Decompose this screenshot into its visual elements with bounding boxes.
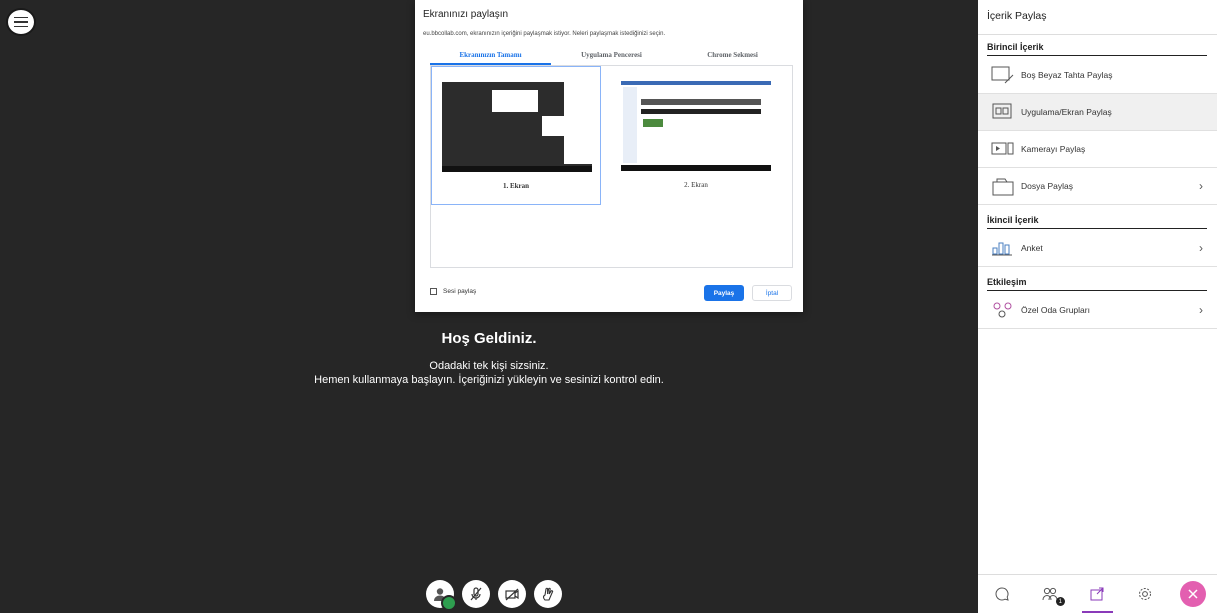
file-icon — [991, 176, 1015, 196]
cancel-button[interactable]: İptal — [752, 285, 792, 301]
chevron-right-icon: › — [1199, 179, 1203, 193]
share-tabs: Ekranınızın Tamamı Uygulama Penceresi Ch… — [430, 49, 793, 66]
screen-2-label: 2. Ekran — [684, 181, 708, 189]
section-secondary-content: İkincil İçerik — [987, 215, 1207, 229]
audio-share-label: Sesi paylaş — [443, 288, 477, 295]
poll-label: Anket — [1021, 243, 1043, 253]
welcome-title: Hoş Geldiniz. — [441, 330, 537, 347]
camera-share-icon — [991, 139, 1015, 159]
section-primary-content: Birincil İçerik — [987, 42, 1207, 56]
screen-1-thumbnail — [442, 82, 592, 172]
tab-application-window[interactable]: Uygulama Penceresi — [551, 49, 672, 65]
raise-hand-button[interactable] — [534, 580, 562, 608]
screen-2-preview — [621, 81, 771, 171]
panel-bottom-nav: 1 — [978, 574, 1217, 613]
share-application-screen-item[interactable]: Uygulama/Ekran Paylaş — [978, 94, 1217, 131]
screen-1-preview — [442, 82, 592, 172]
tab-entire-screen[interactable]: Ekranınızın Tamamı — [430, 49, 551, 65]
breakout-groups-label: Özel Oda Grupları — [1021, 305, 1090, 315]
share-file-item[interactable]: Dosya Paylaş › — [978, 168, 1217, 205]
breakout-groups-icon — [991, 300, 1015, 320]
chevron-right-icon: › — [1199, 303, 1203, 317]
main-stage: Hoş Geldiniz. Odadaki tek kişi sizsiniz.… — [0, 0, 978, 613]
share-content-panel: İçerik Paylaş Birincil İçerik Boş Beyaz … — [978, 0, 1217, 613]
dialog-title: Ekranınızı paylaşın — [423, 9, 509, 20]
welcome-line-2: Hemen kullanmaya başlayın. İçeriğinizi y… — [314, 374, 664, 386]
camera-button[interactable] — [498, 580, 526, 608]
chat-tab[interactable] — [978, 575, 1026, 613]
screen-2-thumbnail — [621, 81, 771, 171]
share-content-tab[interactable] — [1074, 575, 1122, 613]
participants-tab[interactable]: 1 — [1026, 575, 1074, 613]
dialog-subtitle: eu.bbcollab.com, ekranınızın içeriğini p… — [423, 31, 666, 37]
share-content-icon — [1090, 587, 1104, 601]
breakout-groups-item[interactable]: Özel Oda Grupları › — [978, 292, 1217, 329]
participants-count-badge: 1 — [1055, 597, 1065, 606]
screen-option-2[interactable]: 2. Ekran — [611, 66, 781, 205]
status-check-icon — [441, 595, 457, 611]
share-screen-dialog: Ekranınızı paylaşın eu.bbcollab.com, ekr… — [415, 0, 803, 312]
chevron-right-icon: › — [1199, 241, 1203, 255]
panel-header-divider — [978, 34, 1217, 35]
camera-off-icon — [505, 588, 519, 601]
poll-item[interactable]: Anket › — [978, 230, 1217, 267]
audio-share-checkbox[interactable] — [430, 288, 437, 295]
tab-chrome-tab[interactable]: Chrome Sekmesi — [672, 49, 793, 65]
poll-icon — [991, 238, 1015, 258]
share-file-label: Dosya Paylaş — [1021, 181, 1073, 191]
share-button[interactable]: Paylaş — [704, 285, 744, 301]
chat-icon — [995, 587, 1009, 601]
application-screen-icon — [991, 102, 1015, 122]
share-application-screen-label: Uygulama/Ekran Paylaş — [1021, 107, 1112, 117]
share-whiteboard-label: Boş Beyaz Tahta Paylaş — [1021, 70, 1113, 80]
close-panel-button[interactable] — [1169, 575, 1217, 613]
my-status-button[interactable] — [426, 580, 457, 611]
panel-title: İçerik Paylaş — [987, 10, 1047, 22]
media-controls — [426, 580, 562, 611]
microphone-off-icon — [470, 587, 482, 601]
microphone-button[interactable] — [462, 580, 490, 608]
section-interaction: Etkileşim — [987, 277, 1207, 291]
close-icon — [1180, 581, 1207, 607]
hamburger-icon — [14, 14, 28, 31]
main-menu-button[interactable] — [6, 8, 36, 36]
share-whiteboard-item[interactable]: Boş Beyaz Tahta Paylaş — [978, 57, 1217, 94]
whiteboard-icon — [991, 65, 1015, 85]
screen-1-label: 1. Ekran — [502, 182, 530, 190]
hand-icon — [542, 587, 554, 601]
screen-picker-panel: 1. Ekran 2. Ekran — [430, 65, 793, 268]
screen-option-1[interactable]: 1. Ekran — [431, 66, 601, 205]
settings-tab[interactable] — [1121, 575, 1169, 613]
gear-icon — [1139, 588, 1152, 600]
welcome-line-1: Odadaki tek kişi sizsiniz. — [429, 360, 549, 372]
share-camera-label: Kamerayı Paylaş — [1021, 144, 1086, 154]
audio-share-row[interactable]: Sesi paylaş — [430, 288, 476, 295]
share-camera-item[interactable]: Kamerayı Paylaş — [978, 131, 1217, 168]
